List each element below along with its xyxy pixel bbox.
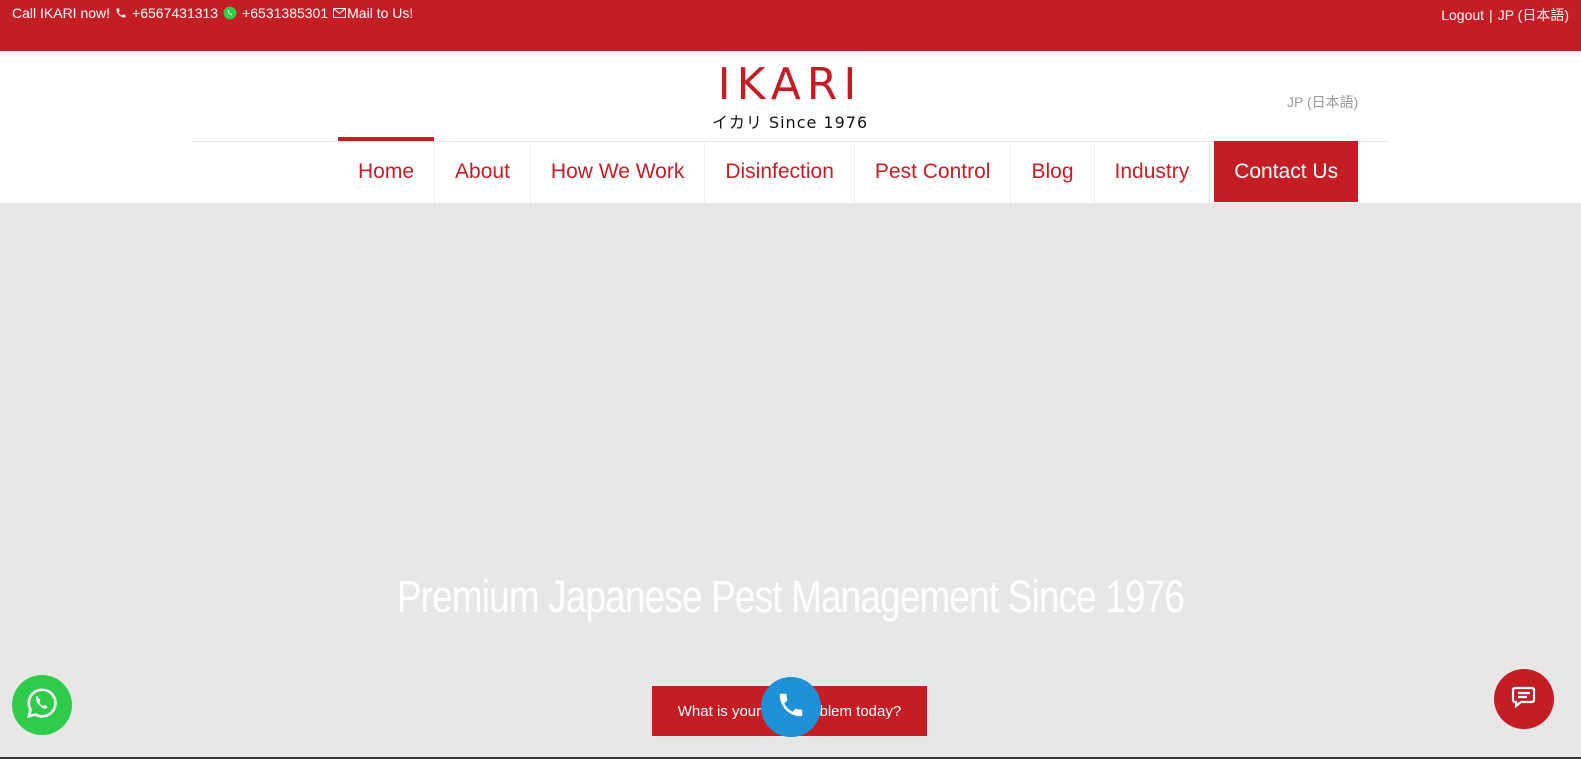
phone-icon [776,690,806,725]
whatsapp-icon [223,6,237,20]
nav-about[interactable]: About [435,141,531,203]
nav-industry[interactable]: Industry [1095,141,1211,203]
logout-link[interactable]: Logout [1441,7,1484,23]
whatsapp-link[interactable]: +6531385301 [242,5,328,21]
top-bar: Call IKARI now! +6567431313 +6531385301 … [0,0,1581,51]
language-link[interactable]: JP (日本語) [1498,5,1569,25]
separator: | [1489,7,1493,23]
nav-pest-control[interactable]: Pest Control [855,141,1012,203]
phone-link[interactable]: +6567431313 [132,5,218,21]
site-header: IKARI イカリ Since 1976 JP (日本語) Home About… [0,51,1581,203]
logo-subtitle: イカリ Since 1976 [711,113,869,132]
chat-float-button[interactable] [1494,669,1554,729]
call-text: Call IKARI now! [12,5,111,21]
account-links: Logout | JP (日本語) [1441,5,1569,25]
nav-how-we-work[interactable]: How We Work [531,141,706,203]
whatsapp-icon [25,686,59,725]
hero-section: Premium Japanese Pest Management Since 1… [0,203,1581,759]
mail-icon [333,8,347,18]
nav-contact-us[interactable]: Contact Us [1214,141,1359,202]
ikari-logo[interactable]: IKARI イカリ Since 1976 [700,59,880,133]
main-nav: Home About How We Work Disinfection Pest… [338,137,1359,203]
whatsapp-float-button[interactable] [12,675,72,735]
contact-strip: Call IKARI now! +6567431313 +6531385301 … [12,5,413,21]
call-float-button[interactable] [761,677,821,737]
chat-icon [1509,683,1539,716]
nav-blog[interactable]: Blog [1011,141,1095,203]
mail-link[interactable]: Mail to Us! [347,5,413,21]
phone-icon [115,7,127,19]
logo-brand: IKARI [717,59,863,110]
header-language-link[interactable]: JP (日本語) [1287,92,1358,112]
hero-title: Premium Japanese Pest Management Since 1… [396,571,1185,622]
nav-home[interactable]: Home [338,137,436,203]
nav-disinfection[interactable]: Disinfection [705,141,855,203]
